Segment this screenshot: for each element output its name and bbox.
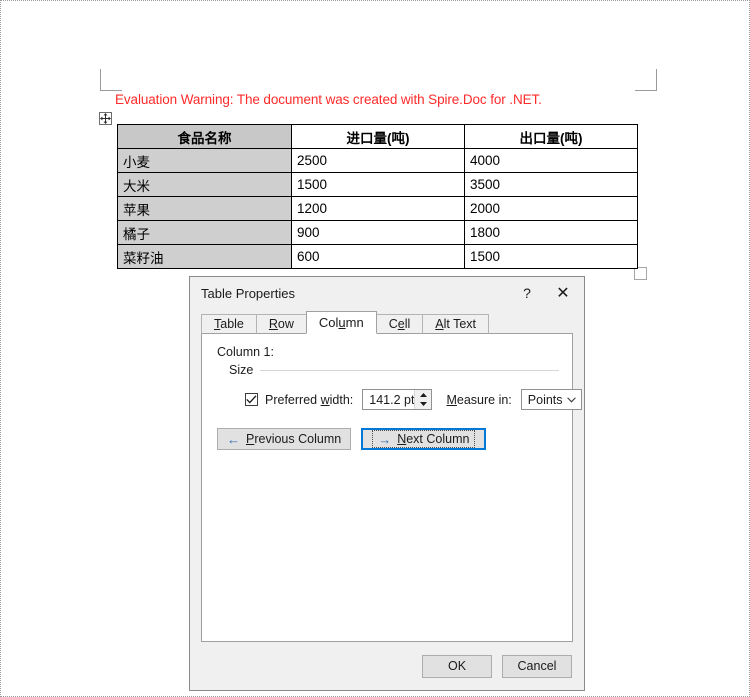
size-group-legend: Size (229, 363, 254, 377)
focus-ring: → Next Column (372, 430, 476, 448)
dialog-footer: OK Cancel (190, 642, 584, 690)
table-cell-export[interactable]: 1800 (464, 220, 638, 245)
tab-row[interactable]: Row (255, 314, 307, 334)
table-cell-import[interactable]: 1500 (291, 172, 465, 197)
table-header-row: 食品名称 进口量(吨) 出口量(吨) (117, 124, 638, 149)
table-row[interactable]: 大米 1500 3500 (117, 172, 638, 197)
table-row[interactable]: 菜籽油 600 1500 (117, 244, 638, 269)
column-navigation-row: ← Previous Column → Next Column (217, 428, 559, 450)
table-cell-export[interactable]: 4000 (464, 148, 638, 173)
preferred-width-spinner[interactable]: 141.2 pt (362, 389, 433, 410)
arrow-right-icon: → (378, 431, 392, 447)
help-icon[interactable]: ? (510, 280, 544, 306)
cancel-button[interactable]: Cancel (502, 654, 572, 678)
table-cell-name[interactable]: 大米 (117, 172, 292, 197)
arrow-left-icon: ← (227, 431, 240, 447)
ok-button[interactable]: OK (422, 654, 492, 678)
table-cell-import[interactable]: 2500 (291, 148, 465, 173)
evaluation-warning-text: Evaluation Warning: The document was cre… (115, 92, 542, 107)
size-group-box: Size Preferred width: 141.2 pt Measure i… (229, 363, 582, 410)
table-move-handle-icon[interactable] (99, 112, 112, 125)
dialog-title-bar[interactable]: Table Properties ? ✕ (190, 277, 584, 309)
table-cell-export[interactable]: 1500 (464, 244, 638, 269)
table-row[interactable]: 苹果 1200 2000 (117, 196, 638, 221)
group-divider (260, 369, 559, 371)
spinner-up-icon[interactable] (415, 390, 431, 400)
dialog-tab-strip: Table Row Column Cell Alt Text (201, 311, 573, 334)
previous-column-button[interactable]: ← Previous Column (217, 428, 352, 450)
table-properties-dialog: Table Properties ? ✕ Table Row Column Ce… (189, 276, 585, 691)
table-row[interactable]: 小麦 2500 4000 (117, 148, 638, 173)
next-column-button[interactable]: → Next Column (361, 428, 487, 450)
table-cell-export[interactable]: 3500 (464, 172, 638, 197)
close-icon[interactable]: ✕ (544, 280, 582, 306)
table-header-cell-export: 出口量(吨) (464, 124, 638, 149)
measure-in-dropdown[interactable]: Points (520, 389, 582, 410)
table-cell-name[interactable]: 橘子 (117, 220, 292, 245)
chevron-down-icon[interactable] (562, 390, 581, 409)
table-cell-name[interactable]: 苹果 (117, 196, 292, 221)
preferred-width-input[interactable]: 141.2 pt (363, 390, 414, 409)
table-cell-import[interactable]: 600 (291, 244, 465, 269)
tab-column[interactable]: Column (305, 311, 377, 334)
food-data-table[interactable]: 食品名称 进口量(吨) 出口量(吨) 小麦 2500 4000 大米 1500 … (117, 124, 638, 269)
table-cell-import[interactable]: 1200 (291, 196, 465, 221)
table-cell-import[interactable]: 900 (291, 220, 465, 245)
spinner-down-icon[interactable] (415, 400, 431, 410)
spinner-buttons[interactable] (414, 390, 432, 410)
table-header-cell-name: 食品名称 (117, 124, 292, 149)
tab-alt-text[interactable]: Alt Text (422, 314, 490, 334)
dialog-title: Table Properties (201, 285, 295, 301)
preferred-width-row: Preferred width: 141.2 pt Measure in: Po… (245, 389, 582, 410)
column-tab-panel: Column 1: Size Preferred width: 141.2 pt… (201, 333, 582, 642)
size-group-legend-row: Size (229, 363, 559, 377)
measure-in-value[interactable]: Points (522, 390, 563, 409)
next-column-label: Next Column (397, 432, 470, 446)
preferred-width-checkbox-group[interactable]: Preferred width: (245, 393, 353, 407)
preferred-width-label: Preferred width: (265, 392, 354, 407)
table-cell-name[interactable]: 菜籽油 (117, 244, 292, 269)
table-row[interactable]: 橘子 900 1800 (117, 220, 638, 245)
page-corner-mark-top-right (635, 69, 657, 91)
preferred-width-checkbox[interactable] (245, 393, 258, 406)
table-cell-name[interactable]: 小麦 (117, 148, 292, 173)
column-index-label: Column 1: (217, 345, 274, 359)
previous-column-label: Previous Column (246, 432, 342, 446)
table-cell-export[interactable]: 2000 (464, 196, 638, 221)
measure-in-label: Measure in: (446, 392, 512, 407)
screenshot-root: Evaluation Warning: The document was cre… (0, 0, 750, 697)
page-corner-mark-top-left (100, 69, 122, 91)
tab-cell[interactable]: Cell (375, 314, 424, 334)
table-header-cell-import: 进口量(吨) (291, 124, 465, 149)
tab-table[interactable]: Table (201, 314, 257, 334)
